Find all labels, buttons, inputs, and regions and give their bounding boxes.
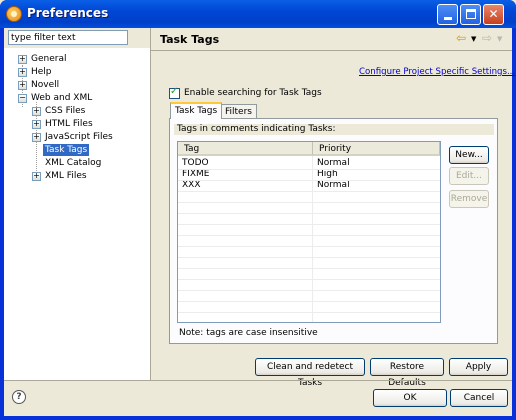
tree-item-label: XML Files: [45, 171, 87, 181]
preference-tree: + General + Help + Novell − Web and XML …: [4, 48, 150, 380]
row-divider: [178, 224, 440, 225]
row-divider: [178, 191, 440, 192]
clean-redetect-button[interactable]: Clean and redetect Tasks: [255, 358, 365, 388]
ok-button[interactable]: OK: [373, 389, 447, 407]
configure-project-settings-link[interactable]: Configure Project Specific Settings...: [359, 67, 515, 77]
tree-item-xml-catalog[interactable]: XML Catalog: [5, 157, 151, 169]
back-arrow-icon[interactable]: ⇦: [456, 31, 466, 45]
tree-item-xml-files[interactable]: + XML Files: [5, 170, 151, 182]
tree-item-novell[interactable]: + Novell: [5, 79, 151, 91]
row-divider: [178, 180, 440, 181]
tree-item-label: General: [31, 54, 67, 64]
forward-history-dropdown-icon: ▼: [497, 35, 503, 43]
table-cell-tag[interactable]: FIXME: [178, 169, 312, 180]
expand-icon[interactable]: +: [32, 172, 41, 181]
window-title: Preferences: [27, 6, 109, 20]
expand-icon[interactable]: +: [18, 55, 27, 64]
window-frame-bottom: [0, 416, 516, 420]
enable-task-tags-label: Enable searching for Task Tags: [184, 88, 322, 98]
minimize-icon[interactable]: [437, 4, 458, 25]
tree-item-label: HTML Files: [45, 119, 93, 129]
column-header-tag[interactable]: Tag: [178, 142, 313, 156]
row-divider: [178, 169, 440, 170]
row-divider: [178, 257, 440, 258]
tree-item-label: Novell: [31, 80, 60, 90]
expand-icon[interactable]: +: [18, 81, 27, 90]
expand-icon[interactable]: +: [32, 133, 41, 142]
row-divider: [178, 235, 440, 236]
table-cell-tag[interactable]: TODO: [178, 158, 312, 169]
tree-item-html-files[interactable]: + HTML Files: [5, 118, 151, 130]
tree-item-general[interactable]: + General: [5, 53, 151, 65]
tree-item-label: CSS Files: [45, 106, 86, 116]
case-insensitive-note: Note: tags are case insensitive: [179, 328, 318, 338]
row-divider: [178, 268, 440, 269]
cancel-button[interactable]: Cancel: [450, 389, 508, 407]
back-history-dropdown-icon[interactable]: ▼: [471, 35, 476, 43]
new-tag-button[interactable]: New...: [449, 146, 489, 164]
help-icon[interactable]: ?: [12, 390, 26, 404]
tree-item-task-tags[interactable]: Task Tags: [5, 144, 151, 156]
page-title: Task Tags: [160, 33, 220, 46]
footer-separator: [4, 380, 512, 381]
title-bar[interactable]: Preferences ✕: [0, 0, 516, 28]
forward-arrow-icon: ⇨: [482, 31, 493, 45]
tree-item-label: Web and XML: [31, 93, 93, 103]
tree-item-css-files[interactable]: + CSS Files: [5, 105, 151, 117]
column-header-priority[interactable]: Priority: [313, 142, 440, 156]
tree-item-label: XML Catalog: [45, 158, 102, 168]
table-cell-priority[interactable]: High: [313, 169, 440, 180]
row-divider: [178, 301, 440, 302]
restore-defaults-button[interactable]: Restore Defaults: [370, 358, 444, 388]
tree-item-web-and-xml[interactable]: − Web and XML: [5, 92, 151, 104]
pane-splitter[interactable]: [150, 28, 151, 380]
task-tags-table[interactable]: Tag Priority TODO Normal FIXME High XXX …: [177, 141, 441, 323]
edit-tag-button[interactable]: Edit...: [449, 167, 489, 185]
apply-button[interactable]: Apply: [449, 358, 508, 376]
tab-task-tags[interactable]: Task Tags: [170, 102, 223, 119]
row-divider: [178, 312, 440, 313]
close-icon[interactable]: ✕: [483, 4, 504, 25]
expand-icon[interactable]: +: [32, 107, 41, 116]
tree-item-label: Help: [31, 67, 52, 77]
table-cell-tag[interactable]: XXX: [178, 180, 312, 191]
row-divider: [178, 213, 440, 214]
checkmark-icon: ✓: [170, 86, 179, 97]
table-cell-priority[interactable]: Normal: [313, 180, 440, 191]
table-cell-priority[interactable]: Normal: [313, 158, 440, 169]
remove-tag-button[interactable]: Remove: [449, 190, 489, 208]
tree-item-label: JavaScript Files: [45, 132, 113, 142]
row-divider: [178, 290, 440, 291]
preferences-window: Preferences ✕ + General + Help + Novell: [0, 0, 516, 420]
tree-item-label: Task Tags: [43, 144, 90, 156]
header-separator: [151, 50, 512, 51]
eclipse-icon: [6, 6, 22, 22]
tree-item-help[interactable]: + Help: [5, 66, 151, 78]
row-divider: [178, 246, 440, 247]
tree-item-javascript-files[interactable]: + JavaScript Files: [5, 131, 151, 143]
row-divider: [178, 279, 440, 280]
expand-icon[interactable]: +: [32, 120, 41, 129]
maximize-icon[interactable]: [460, 4, 481, 25]
group-label: Tags in comments indicating Tasks:: [174, 124, 494, 135]
row-divider: [178, 202, 440, 203]
dialog-client: + General + Help + Novell − Web and XML …: [4, 28, 515, 416]
expand-icon[interactable]: +: [18, 68, 27, 77]
collapse-icon[interactable]: −: [18, 94, 27, 103]
filter-input[interactable]: [8, 30, 128, 45]
